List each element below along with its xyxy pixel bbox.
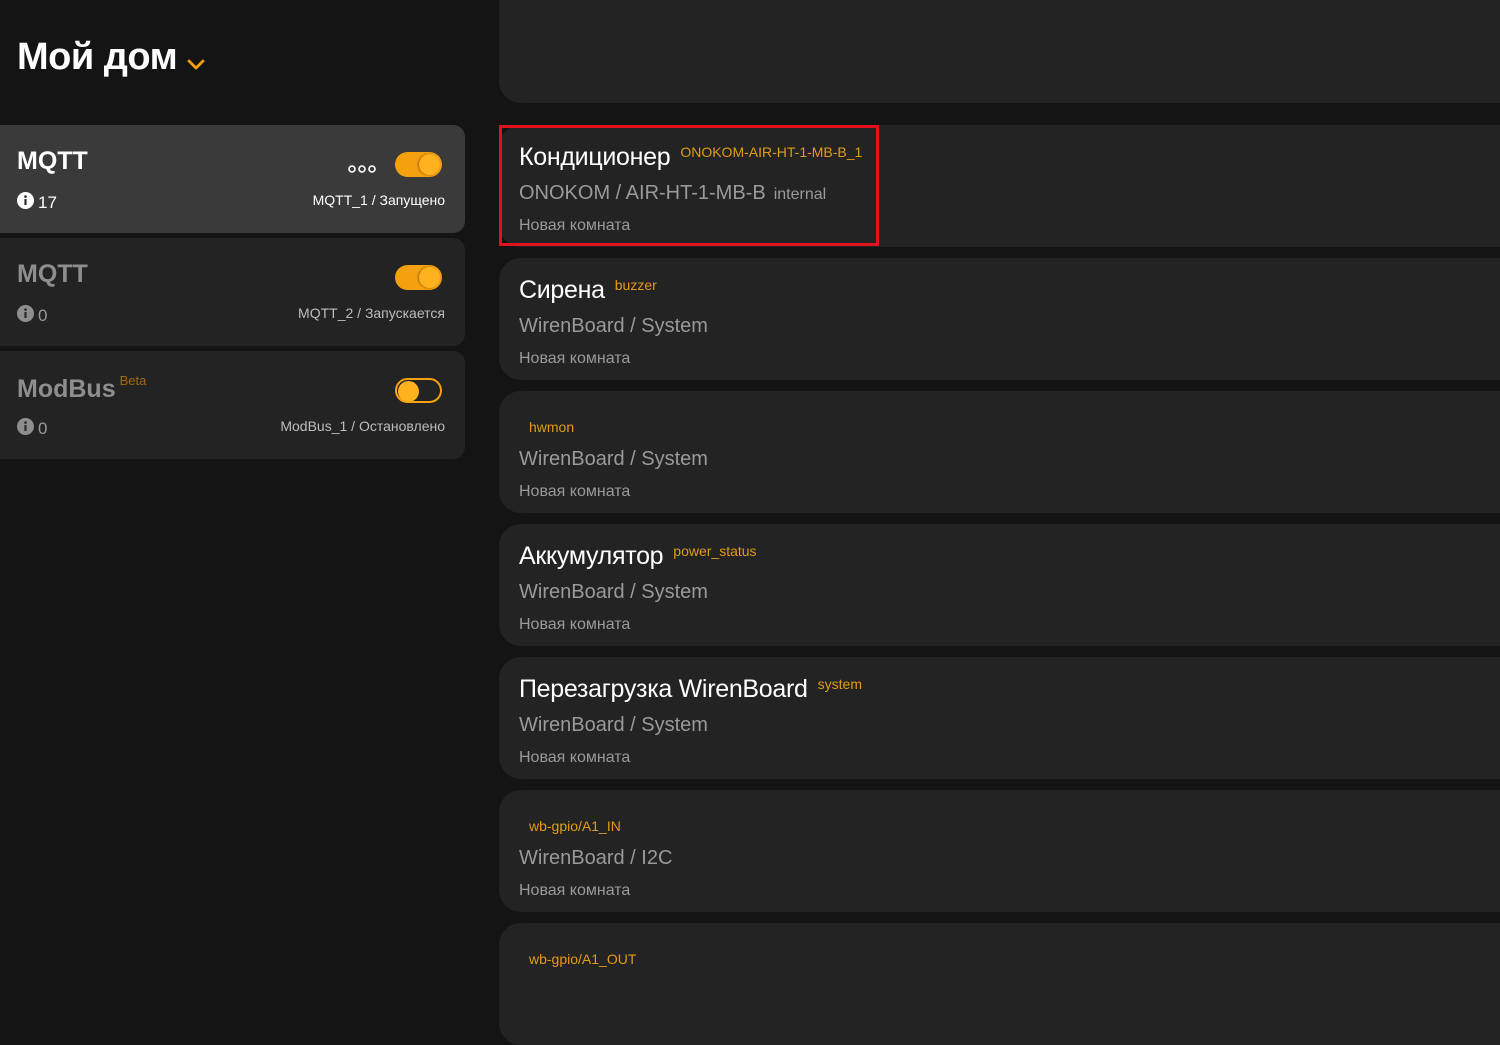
selection-highlight [499,125,879,246]
device-subtitle: WirenBoard / System [519,714,708,737]
controller-toggle[interactable] [395,152,442,177]
device-tag: system [817,676,862,692]
device-subtitle-text: WirenBoard / I2C [519,847,673,869]
device-name: Перезагрузка WirenBoard [519,675,808,703]
controller-name-text: MQTT [17,260,88,288]
device-tag: buzzer [614,277,657,293]
device-count-value: 17 [38,193,57,212]
device-card[interactable]: wb-gpio/A1_OUT [499,923,1500,1045]
device-title-row: wb-gpio/A1_IN [519,808,621,834]
controller-toggle[interactable] [395,265,442,290]
device-count: 17 [17,192,57,214]
toggle-knob [398,381,419,402]
device-count: 0 [17,305,47,327]
device-card[interactable]: Аккумулятор power_status WirenBoard / Syst… [499,524,1500,646]
device-title-row: hwmon [519,409,574,435]
chevron-down-icon [187,38,205,81]
device-room: Новая комната [519,483,631,500]
controller-name-text: ModBus [17,375,116,403]
controller-status: ModBus_1 / Остановлено [280,418,445,434]
device-count-value: 0 [38,419,48,438]
device-title-row: wb-gpio/A1_OUT [519,941,636,967]
device-subtitle-text: WirenBoard / System [519,581,708,603]
device-subtitle-text: WirenBoard / System [519,448,708,470]
device-subtitle-text: WirenBoard / System [519,315,708,337]
home-selector[interactable]: Мой дом [17,34,205,81]
device-card[interactable]: Перезагрузка WirenBoard system WirenBoard … [499,657,1500,779]
device-room: Новая комната [519,882,631,899]
device-card[interactable]: Сирена buzzer WirenBoard / System Новая ком… [499,258,1500,380]
controller-status: MQTT_2 / Запускается [298,305,445,321]
device-tag: hwmon [529,419,575,435]
device-title-row: Перезагрузка WirenBoard system [519,675,862,704]
device-count: 0 [17,418,47,440]
controller-card[interactable]: MQTT 0 MQTT_2 / Запускается [0,238,465,346]
device-subtitle: WirenBoard / System [519,315,708,338]
device-room: Новая комната [519,616,631,633]
device-name: Сирена [519,276,605,304]
controller-toggle[interactable] [395,378,442,403]
controller-status: MQTT_1 / Запущено [312,192,445,208]
toggle-knob [419,267,440,288]
toggle-knob [419,154,440,175]
home-title: Мой дом [17,36,178,78]
controller-name: MQTT [17,147,88,176]
device-room: Новая комната [519,749,631,766]
device-tag: wb-gpio/A1_OUT [529,951,637,967]
info-icon [17,192,38,214]
controller-name-text: MQTT [17,147,88,175]
device-card[interactable]: wb-gpio/A1_IN WirenBoard / I2C Новая комна… [499,790,1500,912]
device-subtitle: WirenBoard / System [519,448,708,471]
device-subtitle: WirenBoard / System [519,581,708,604]
more-icon[interactable] [348,161,376,179]
controller-name: MQTT [17,260,88,289]
info-icon [17,418,38,440]
device-name: Аккумулятор [519,542,664,570]
controller-card[interactable]: ModBus Beta 0 ModBus_1 / Остановлено [0,351,465,459]
device-subtitle: WirenBoard / I2C [519,847,672,870]
controller-card[interactable]: MQTT 17 MQTT_1 / Запущено [0,125,465,233]
device-room: Новая комната [519,350,631,367]
device-subtitle-text: WirenBoard / System [519,714,708,736]
device-count-value: 0 [38,306,48,325]
device-tag: power_status [673,543,757,559]
device-tag: wb-gpio/A1_IN [529,818,621,834]
device-card[interactable]: hwmon WirenBoard / System Новая комната [499,391,1500,513]
info-icon [17,305,38,327]
controller-name: ModBus Beta [17,373,146,404]
beta-badge: Beta [119,373,147,388]
device-title-row: Сирена buzzer [519,276,657,305]
controllers-sidebar: MQTT 17 MQTT_1 / Запущено MQTT 0 MQTT_2 / Зап… [0,125,465,464]
device-card-partial[interactable] [499,0,1500,103]
device-title-row: Аккумулятор power_status [519,542,757,571]
